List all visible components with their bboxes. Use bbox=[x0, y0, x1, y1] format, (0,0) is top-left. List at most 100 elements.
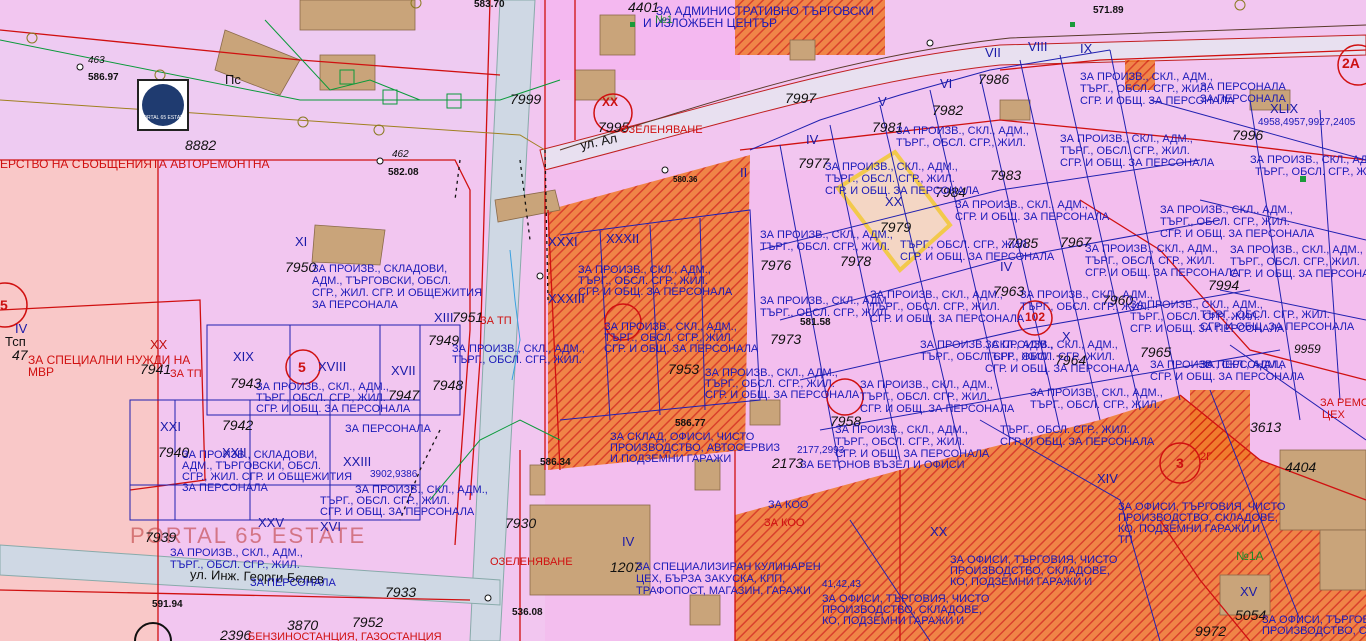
zone-label: ЗА ПРОИЗВ., СКЛ., АДМ., bbox=[170, 547, 303, 559]
parcel-number: 7948 bbox=[432, 377, 464, 393]
zone-label: ТЪРГ., ОБСЛ. СГР., ЖИЛ. bbox=[452, 354, 582, 366]
parcel-number: 4401 bbox=[628, 0, 660, 15]
parcel-number: 7947 bbox=[388, 387, 420, 403]
parcel-number: 8882 bbox=[185, 137, 217, 153]
zone-label: ТЪРГ., ОБСЛ. СГР., ЖИЛ. bbox=[170, 559, 300, 571]
zone-label: ЗА КОО bbox=[764, 517, 805, 529]
zone-label: КО, ПОДЗЕМНИ ГАРАЖИ И bbox=[1118, 523, 1261, 535]
zone-label: ТЪРГ., ОБСЛ. СГР., ЖИЛ. bbox=[860, 391, 990, 403]
elevation: 571.89 bbox=[1093, 5, 1124, 16]
zone-label: КО, ПОДЗЕМНИ ГАРАЖИ И bbox=[822, 615, 965, 627]
zone-label: ТЪРГ., ОБСЛ. СГР., ЖИЛ. bbox=[1085, 255, 1215, 267]
roman-label: II bbox=[740, 165, 748, 180]
zone-label: СГР. И ОБЩ. ЗА ПЕРСОНАЛА bbox=[1085, 267, 1240, 279]
zone-label: ЗА ПРОИЗВ., СКЛ., АДМ., bbox=[760, 295, 893, 307]
zone-label: СГР. И ОБЩ. ЗА ПЕРСОНАЛА bbox=[1230, 268, 1366, 280]
parcel-number: 7965 bbox=[1140, 344, 1172, 360]
zone-label: СГР. И ОБЩ. ЗА ПЕРСОНАЛА bbox=[835, 448, 990, 460]
parcel-number: 7973 bbox=[770, 331, 802, 347]
elevation: 580.36 bbox=[673, 175, 698, 184]
parcel-ids: 4958,4957,9927,2405 bbox=[1258, 117, 1356, 128]
zone-label: СГР. И ОБЩ. ЗА ПЕРСОНАЛА bbox=[1000, 436, 1155, 448]
zone-label: ЦЕХ bbox=[1322, 409, 1345, 421]
zone-label: ЗА ТП bbox=[170, 368, 202, 380]
zone-label: ЗА РЕМОНТ bbox=[1320, 397, 1366, 409]
zone-label: СГР. И ОБЩ. ЗА ПЕРСОНАЛА bbox=[900, 251, 1055, 263]
zone-label: СГР. И ОБЩ. ЗА ПЕРСОНАЛА bbox=[1060, 157, 1215, 169]
block-number: 5 bbox=[298, 359, 306, 375]
hatched-zone-west bbox=[548, 155, 750, 470]
parcel-number: 3870 bbox=[287, 617, 319, 633]
zone-label: АДМ., ТЪРГОВСКИ, ОБСЛ. bbox=[312, 275, 451, 287]
parcel-number: 4404 bbox=[1285, 459, 1317, 475]
zone-label: СГР. И ОБЩ. ЗА ПЕРСОНАЛА bbox=[955, 211, 1110, 223]
zone-label: ЗА ПРОИЗВ., СКЛ., АДМ., bbox=[1250, 154, 1366, 166]
roman-label: V bbox=[878, 94, 887, 109]
zone-label: ТЪРГ., ОБСЛ. СГР., ЖИЛ. bbox=[835, 436, 965, 448]
roman-label: XV bbox=[1240, 584, 1258, 599]
zone-label: ЗА ПЕРСОНАЛА bbox=[250, 577, 336, 589]
zone-label: ЗА ПРОИЗВ., СКЛ., АДМ., bbox=[1060, 133, 1193, 145]
logo-text: PORTAL 65 ESTATE bbox=[139, 115, 187, 121]
zone-label: ОЗЕЛЕНЯВАНЕ bbox=[620, 124, 703, 136]
parcel-number: 2396 bbox=[220, 627, 252, 641]
zone-label: СГР. И ОБЩ. ЗА ПЕРСОНАЛА bbox=[256, 403, 411, 415]
roman-label: XIV bbox=[1097, 471, 1118, 486]
zone-label: ОЗЕЛЕНЯВАНЕ bbox=[490, 556, 573, 568]
roman-label: IV bbox=[622, 534, 635, 549]
zone-label: СГР. И ОБЩ. ЗА ПЕРСОНАЛА bbox=[578, 286, 733, 298]
parcel-number: 7953 bbox=[668, 361, 700, 377]
roman-label: XX bbox=[150, 337, 168, 352]
zone-label: ЗА ПРОИЗВ., СКЛ., АДМ., bbox=[1085, 243, 1218, 255]
zone-label: ТЪРГ., ОБСЛ. СГР., ЖИЛ. bbox=[1060, 145, 1190, 157]
parcel-number: 2173 bbox=[772, 455, 804, 471]
zone-label: СГР. И ОБЩ. ЗА ПЕРСОНАЛА bbox=[320, 506, 475, 518]
roman-label: IV bbox=[806, 132, 819, 147]
zone-label: СГР. И ОБЩ. ЗА ПЕРСОНАЛА bbox=[825, 185, 980, 197]
parcel-number: 7983 bbox=[990, 167, 1022, 183]
map-marker-label: Пс bbox=[225, 72, 241, 87]
parcel-number: 7996 bbox=[1232, 127, 1264, 143]
roman-label: VI bbox=[940, 76, 953, 91]
parcel-number: 7997 bbox=[785, 90, 817, 106]
parcel-number: 7986 bbox=[978, 71, 1010, 87]
elevation: 582.08 bbox=[388, 167, 419, 178]
roman-label: XIX bbox=[233, 349, 254, 364]
zone-label: ЗА ПРОИЗВ., СКЛ., АДМ., bbox=[860, 379, 993, 391]
zone-label: ЗА ПЕРСОНАЛА bbox=[1200, 359, 1286, 371]
zone-label: МВР bbox=[28, 365, 55, 379]
zone-label: ЗА ПЕРСОНАЛА bbox=[312, 299, 398, 311]
zone-label: ТЪРГ., ОБСЛ. СГР., ЖИЛ. bbox=[1200, 309, 1330, 321]
parcel-number: 7976 bbox=[760, 257, 792, 273]
zone-label: ТЪРГ., ОБСЛ. СГР., ЖИЛ. bbox=[825, 173, 955, 185]
parcel-number: 9959 bbox=[1294, 342, 1321, 356]
roman-label: XX bbox=[930, 524, 948, 539]
parcel-number: 7952 bbox=[352, 614, 384, 630]
zone-label: ЗА ПРОИЗВ., СКЛ., АДМ., bbox=[760, 229, 893, 241]
zone-label: ПРОИЗВОДСТВО, СКЛАДОВЕ, bbox=[1262, 625, 1366, 637]
portal-logo[interactable]: PORTAL 65 ESTATE bbox=[137, 79, 189, 131]
parcel-number: 7982 bbox=[932, 102, 964, 118]
zone-label: ТЪРГ., ОБСЛ. СГР., ЖИЛ. bbox=[896, 137, 1026, 149]
zone-label: ТЪРГ., ОБСЛ. СГР., ЖИЛ. bbox=[920, 351, 1050, 363]
cadastral-map[interactable]: PORTAL 65 ESTATE ул. Инж. Георги Белев у… bbox=[0, 0, 1366, 641]
zone-label: СГР. И ОБЩ. ЗА ПЕРСОНАЛА bbox=[705, 389, 860, 401]
block-number: XX bbox=[602, 95, 619, 109]
zone-label: ЕРСТВО НА СЪОБЩЕНИЯТА АВТОРЕМОНТНА bbox=[0, 157, 270, 171]
zone-label: ТЪРГ., ОБСЛ. СГР., ЖИЛ. bbox=[760, 241, 890, 253]
zone-label: СГР. И ОБЩ. ЗА ПЕРСОНАЛА bbox=[870, 313, 1025, 325]
zone-label: ЗА СПЕЦИАЛИЗИРАН КУЛИНАРЕН bbox=[636, 561, 821, 573]
zone-label: ЗА ПЕРСОНАЛА bbox=[1200, 93, 1286, 105]
elevation: 586.34 bbox=[540, 457, 571, 468]
zone-label: ЗА БЕТОНОВ ВЪЗЕЛ И ОФИСИ bbox=[800, 459, 965, 471]
map-marker-label: 2Г bbox=[1200, 451, 1213, 463]
roman-label: XXV bbox=[258, 515, 285, 530]
roman-label: XXXI bbox=[548, 234, 578, 249]
roman-label: VII bbox=[985, 45, 1001, 60]
roman-label: VIII bbox=[1028, 39, 1048, 54]
roman-label: XVIII bbox=[318, 359, 347, 374]
roman-label: XI bbox=[295, 234, 308, 249]
zone-label: ТЪРГ., ОБСЛ. СГР., ЖИЛ. bbox=[900, 239, 1030, 251]
zone-label: ТЪРГ., ОБСЛ. СГР., ЖИЛ. bbox=[1080, 83, 1210, 95]
zone-label: СГР. И ОБЩ. ЗА ПЕРСОНАЛА bbox=[1160, 228, 1315, 240]
